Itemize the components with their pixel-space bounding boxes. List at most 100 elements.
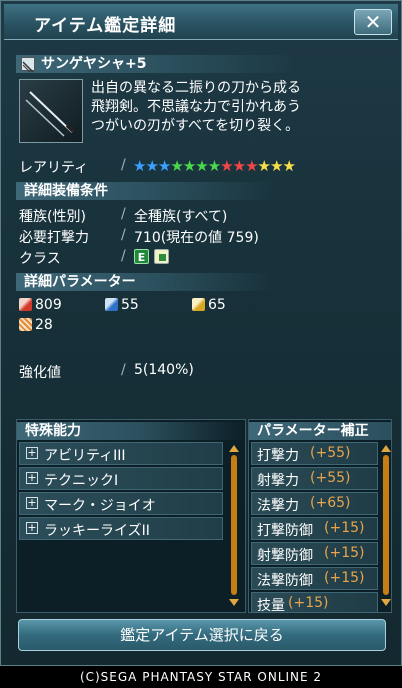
modifier-name: 射撃力 — [257, 473, 299, 489]
abilities-scrollbar[interactable] — [231, 455, 237, 595]
modifier-row: 打撃力 (+55) — [251, 442, 378, 465]
ability-item[interactable]: + アビリティIII — [19, 442, 223, 465]
item-name-bar: サンゲヤシャ+5 — [16, 55, 296, 73]
separator: / — [121, 227, 126, 243]
modifier-row: 射撃力 (+55) — [251, 467, 378, 490]
ability-item[interactable]: + ラッキーライズII — [19, 517, 223, 540]
rarity-star-icon: ★ — [245, 157, 258, 175]
item-name: サンゲヤシャ+5 — [41, 56, 147, 72]
modifiers-scrollbar[interactable] — [383, 455, 389, 595]
tech-power-value: 65 — [208, 297, 226, 313]
modifier-row: 打撃防御 (+15) — [251, 517, 378, 540]
description-line: 出自の異なる二振りの刀から成る — [91, 80, 301, 96]
modifier-name: 法撃力 — [257, 498, 299, 514]
gun-icon — [105, 298, 118, 311]
modifier-value: (+65) — [310, 495, 351, 511]
rarity-star-icon: ★ — [145, 157, 158, 175]
rarity-star-icon: ★ — [157, 157, 171, 175]
separator: / — [121, 248, 126, 264]
copyright-footer: (C)SEGA PHANTASY STAR ONLINE 2 — [0, 666, 402, 688]
rarity-star-icon: ★ — [232, 157, 246, 175]
item-thumbnail — [19, 79, 83, 143]
grind-label: 強化値 — [19, 365, 61, 381]
abilities-scroll-up-icon[interactable] — [229, 445, 239, 452]
expand-icon: + — [26, 446, 38, 459]
melee-power-stat: 809 — [19, 297, 62, 313]
rarity-label: レアリティ — [19, 160, 89, 176]
back-to-selection-button[interactable]: 鑑定アイテム選択に戻る — [18, 619, 386, 651]
modifiers-scroll-down-icon[interactable] — [381, 599, 391, 606]
ability-item[interactable]: + マーク・ジョイオ — [19, 492, 223, 515]
window-title: アイテム鑑定詳細 — [34, 16, 177, 36]
fighter-class-icon — [154, 249, 169, 264]
required-attack-value: 710(現在の値 759) — [134, 230, 259, 246]
race-value: 全種族(すべて) — [134, 209, 228, 225]
required-attack-label: 必要打撃力 — [19, 230, 89, 246]
expand-icon: + — [26, 496, 38, 509]
detailed-params-header: 詳細パラメーター — [16, 273, 276, 291]
rarity-stars: ★★★★★★★★★★★★★ — [133, 157, 296, 175]
modifier-value: (+15) — [324, 520, 365, 536]
rarity-star-icon: ★ — [282, 157, 295, 175]
rarity-star-icon: ★ — [182, 157, 196, 175]
separator: / — [121, 157, 126, 173]
abilities-title: 特殊能力 — [25, 423, 81, 439]
tech-power-stat: 65 — [192, 297, 226, 313]
param-modifiers-title: パラメーター補正 — [257, 423, 369, 439]
modifiers-scroll-up-icon[interactable] — [381, 445, 391, 452]
equip-conditions-header: 詳細装備条件 — [16, 182, 276, 200]
expand-icon: + — [26, 471, 38, 484]
modifier-row: 射撃防御 (+15) — [251, 542, 378, 565]
ability-item[interactable]: + テクニックI — [19, 467, 223, 490]
modifier-name: 技量 — [257, 598, 285, 614]
expand-icon: + — [26, 521, 38, 534]
dexterity-icon — [19, 318, 32, 331]
separator: / — [121, 362, 126, 378]
modifier-name: 打撃防御 — [257, 523, 313, 539]
ranged-power-value: 55 — [121, 297, 139, 313]
ability-name: ラッキーライズII — [44, 523, 150, 539]
modifier-name: 射撃防御 — [257, 548, 313, 564]
grind-value: 5(140%) — [134, 362, 194, 378]
item-appraisal-panel: アイテム鑑定詳細 ✕ サンゲヤシャ+5 出自の異なる二振りの刀から成る 飛翔剣。… — [0, 0, 402, 666]
description-line: 飛翔剣。不思議な力で引かれあう — [91, 99, 301, 115]
class-label: クラス — [19, 251, 61, 267]
title-bar: アイテム鑑定詳細 ✕ — [4, 4, 398, 40]
hunter-class-icon: E — [134, 249, 149, 264]
modifier-value: (+15) — [324, 545, 365, 561]
close-button[interactable]: ✕ — [354, 9, 392, 35]
ability-name: アビリティIII — [44, 448, 126, 464]
abilities-scroll-down-icon[interactable] — [229, 599, 239, 606]
close-icon: ✕ — [364, 10, 382, 34]
modifier-value: (+15) — [288, 595, 329, 611]
ability-name: マーク・ジョイオ — [44, 498, 156, 514]
modifier-value: (+15) — [324, 570, 365, 586]
dual-blades-icon — [21, 57, 35, 73]
abilities-header: 特殊能力 — [17, 422, 245, 440]
modifier-value: (+55) — [310, 445, 351, 461]
rarity-star-icon: ★ — [207, 157, 221, 175]
modifier-name: 法撃防御 — [257, 573, 313, 589]
param-modifiers-header: パラメーター補正 — [249, 422, 391, 440]
ability-name: テクニックI — [44, 473, 119, 489]
modifier-row: 法撃防御 (+15) — [251, 567, 378, 590]
modifier-row: 法撃力 (+65) — [251, 492, 378, 515]
rarity-star-icon: ★ — [170, 157, 183, 175]
rarity-star-icon: ★ — [220, 157, 233, 175]
modifier-name: 打撃力 — [257, 448, 299, 464]
rarity-star-icon: ★ — [269, 157, 283, 175]
description-line: つがいの刃がすべてを切り裂く。 — [91, 118, 300, 134]
melee-power-value: 809 — [35, 297, 62, 313]
rarity-star-icon: ★ — [257, 157, 271, 175]
modifier-row: 技量 (+15) — [251, 592, 378, 614]
rarity-star-icon: ★ — [133, 157, 146, 175]
dexterity-value: 28 — [35, 317, 53, 333]
rarity-star-icon: ★ — [195, 157, 208, 175]
wand-icon — [192, 298, 205, 311]
separator: / — [121, 206, 126, 222]
item-description: 出自の異なる二振りの刀から成る 飛翔剣。不思議な力で引かれあう つがいの刃がすべ… — [91, 79, 391, 136]
modifier-value: (+55) — [310, 470, 351, 486]
ranged-power-stat: 55 — [105, 297, 139, 313]
race-label: 種族(性別) — [19, 209, 86, 225]
equip-conditions-title: 詳細装備条件 — [24, 183, 108, 199]
